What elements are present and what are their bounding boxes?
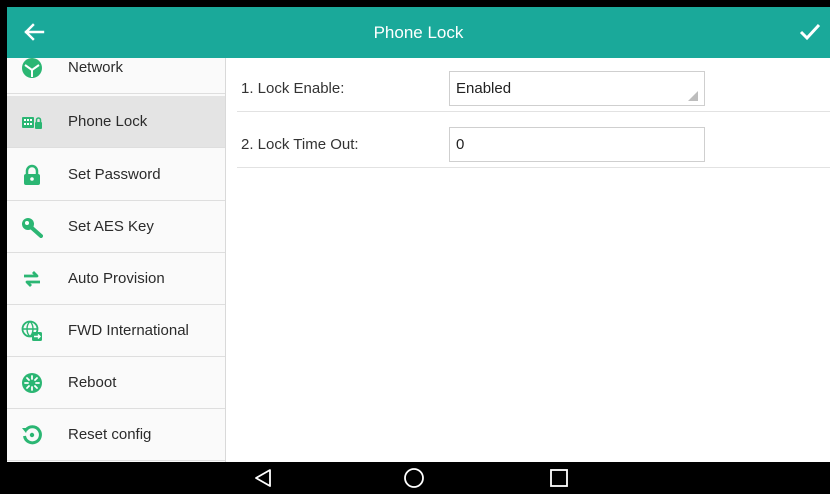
sidebar-item-reboot[interactable]: Reboot (7, 357, 225, 409)
settings-sidebar: Network Phone Lock Set Password Set AES … (7, 58, 226, 462)
lock-timeout-label: 2. Lock Time Out: (241, 136, 359, 153)
page-title: Phone Lock (373, 23, 464, 42)
sidebar-item-set-password[interactable]: Set Password (7, 149, 225, 201)
sync-arrows-icon (24, 270, 40, 287)
sidebar-item-label: Network (68, 59, 124, 76)
sidebar-item-label: Set AES Key (68, 218, 154, 235)
reset-icon (22, 424, 42, 444)
sidebar-item-auto-provision[interactable]: Auto Provision (7, 253, 225, 305)
phone-screen: Phone Lock Network Phone Lock Set Passwo… (7, 7, 830, 494)
title-bar: Phone Lock (7, 7, 830, 58)
sidebar-item-fwd-international[interactable]: FWD International (7, 305, 225, 357)
lock-timeout-input[interactable]: 0 (449, 127, 705, 162)
phone-lock-form: 1. Lock Enable: Enabled 2. Lock Time Out… (237, 58, 830, 462)
sidebar-item-label: Reset config (68, 426, 152, 443)
sidebar-item-phone-lock[interactable]: Phone Lock (7, 96, 225, 148)
lock-enable-select[interactable]: Enabled (449, 71, 705, 106)
padlock-icon (24, 164, 40, 185)
phone-lock-icon (22, 116, 42, 129)
sidebar-item-reset-config[interactable]: Reset config (7, 409, 225, 461)
sidebar-item-set-aes-key[interactable]: Set AES Key (7, 201, 225, 253)
sidebar-item-network[interactable]: Network (7, 58, 225, 94)
lock-enable-value: Enabled (456, 80, 512, 97)
lock-timeout-value: 0 (456, 136, 465, 153)
dropdown-corner-icon (688, 91, 698, 101)
reboot-icon (22, 372, 42, 393)
globe-forward-icon (21, 320, 42, 341)
nav-recents-square-icon[interactable] (547, 466, 571, 490)
sidebar-item-label: FWD International (68, 322, 189, 339)
checkmark-icon[interactable] (798, 20, 822, 44)
sidebar-item-label: Reboot (68, 374, 117, 391)
lock-enable-row: 1. Lock Enable: Enabled (237, 58, 830, 112)
sidebar-item-label: Phone Lock (68, 113, 148, 130)
key-icon (22, 217, 43, 238)
lock-enable-label: 1. Lock Enable: (241, 80, 345, 97)
sidebar-item-label: Auto Provision (68, 270, 165, 287)
android-nav-bar (7, 462, 830, 494)
sidebar-item-label: Set Password (68, 166, 161, 183)
nav-back-triangle-icon[interactable] (251, 466, 275, 490)
nav-home-circle-icon[interactable] (402, 466, 426, 490)
lock-timeout-row: 2. Lock Time Out: 0 (237, 114, 830, 168)
network-icon (22, 58, 42, 78)
